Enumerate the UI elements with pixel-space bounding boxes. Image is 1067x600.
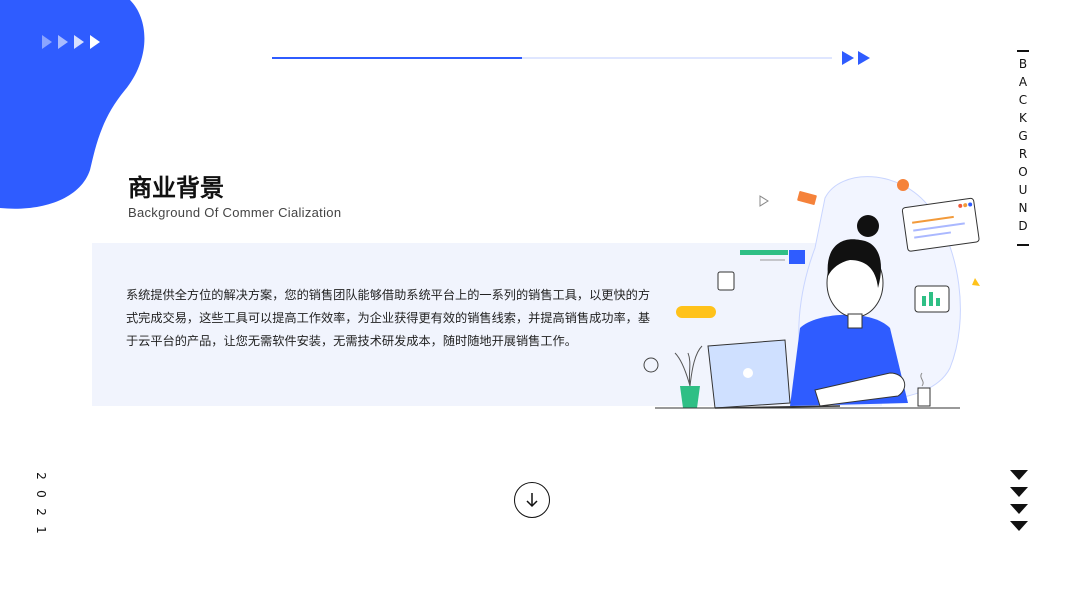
year-digit: 1 (33, 526, 48, 534)
vertical-letter: G (1018, 129, 1028, 143)
description-paragraph: 系统提供全方位的解决方案，您的销售团队能够借助系统平台上的一系列的销售工具，以更… (126, 288, 651, 348)
chevron-down-icon (1010, 470, 1028, 531)
year-digit: 2 (33, 508, 48, 516)
vertical-letter: U (1018, 183, 1028, 197)
vertical-letter: N (1018, 201, 1028, 215)
year-digit: 2 (33, 472, 48, 480)
vertical-section-label: BACKGROUND (1016, 44, 1030, 284)
vertical-letter: D (1018, 219, 1028, 233)
year-digit: 0 (33, 490, 48, 498)
vertical-letter: K (1019, 111, 1027, 125)
arrow-down-icon (526, 493, 538, 508)
scroll-down-button[interactable] (514, 482, 550, 518)
arrows-right-icon (42, 35, 100, 49)
top-progress-line (272, 57, 832, 59)
vertical-letter: B (1018, 57, 1028, 71)
vertical-letter: C (1018, 93, 1028, 107)
person-at-laptop-illustration (643, 176, 980, 409)
page-title: 商业背景 (128, 174, 224, 202)
vertical-letter: R (1018, 147, 1028, 161)
vertical-letter: A (1018, 75, 1028, 89)
double-arrow-right-icon (842, 51, 870, 65)
page-subtitle: Background Of Commer Cialization (128, 205, 342, 220)
year-label: 2021 (33, 470, 48, 536)
vertical-letter: O (1018, 165, 1028, 179)
